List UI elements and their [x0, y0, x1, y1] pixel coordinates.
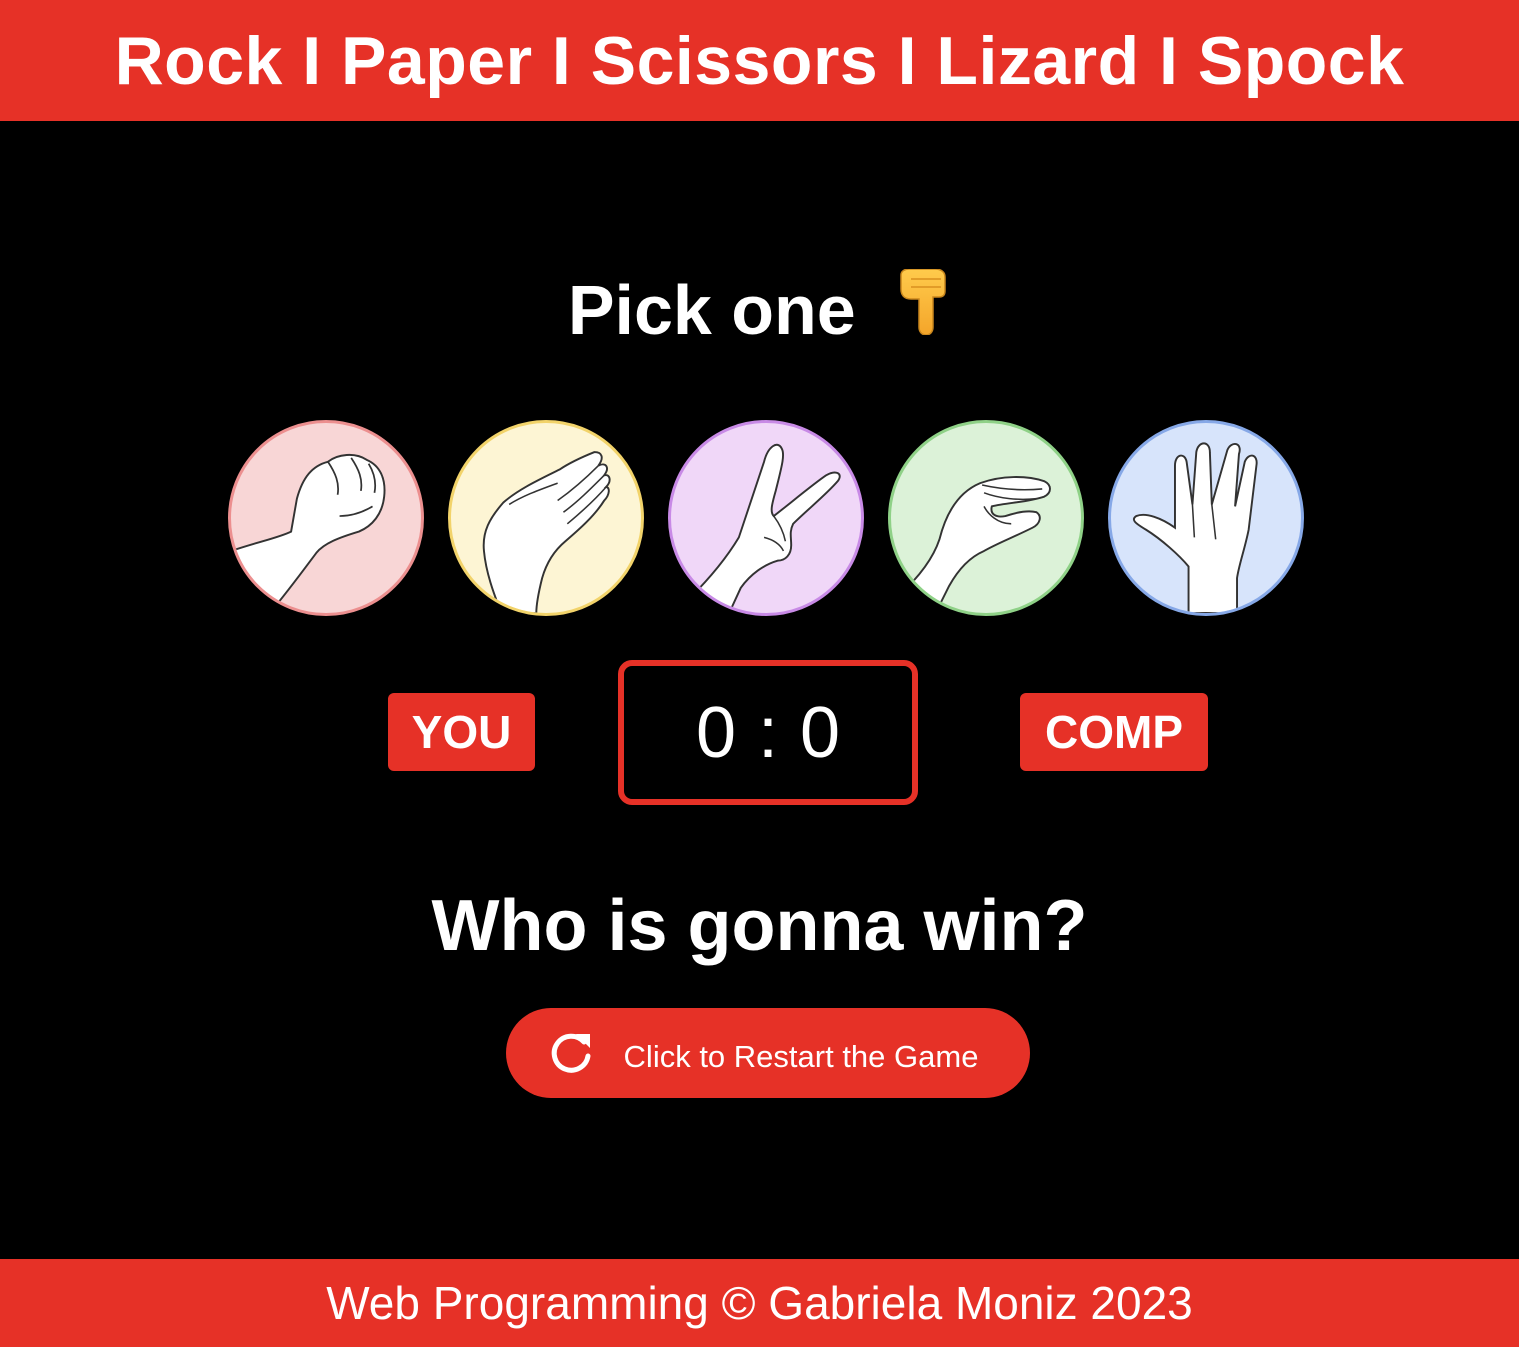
computer-label: COMP — [1020, 693, 1208, 771]
restart-button[interactable]: Click to Restart the Game — [506, 1008, 1030, 1098]
pick-prompt: Pick one — [0, 267, 1519, 357]
choice-rock-button[interactable] — [228, 420, 424, 616]
score-display: 0 : 0 — [618, 660, 918, 805]
player-label: YOU — [388, 693, 535, 771]
pick-prompt-text: Pick one — [567, 271, 856, 349]
choice-spock-button[interactable] — [1108, 420, 1304, 616]
header-bar: Rock I Paper I Scissors I Lizard I Spock — [0, 0, 1519, 121]
scoreboard: YOU 0 : 0 COMP — [0, 660, 1519, 805]
score-separator: : — [757, 692, 778, 773]
game-title: Rock I Paper I Scissors I Lizard I Spock — [114, 22, 1405, 99]
choice-lizard-button[interactable] — [888, 420, 1084, 616]
rock-hand-icon — [231, 454, 386, 613]
player-score: 0 — [695, 692, 736, 773]
pointing-down-hand-icon — [897, 267, 951, 351]
paper-hand-icon — [482, 451, 611, 613]
restart-label: Click to Restart the Game — [623, 1039, 979, 1074]
choice-scissors-button[interactable] — [668, 420, 864, 616]
scissors-hand-icon — [689, 443, 841, 613]
computer-score: 0 — [800, 692, 841, 773]
footer-text: Web Programming © Gabriela Moniz 2023 — [326, 1277, 1193, 1329]
spock-hand-icon — [1132, 442, 1258, 613]
restart-icon — [548, 1030, 594, 1076]
footer-bar: Web Programming © Gabriela Moniz 2023 — [0, 1259, 1519, 1347]
choice-paper-button[interactable] — [448, 420, 644, 616]
game-page: Rock I Paper I Scissors I Lizard I Spock… — [0, 0, 1519, 1347]
lizard-hand-icon — [897, 476, 1051, 613]
choice-list — [228, 420, 1310, 622]
result-message: Who is gonna win? — [431, 886, 1088, 966]
